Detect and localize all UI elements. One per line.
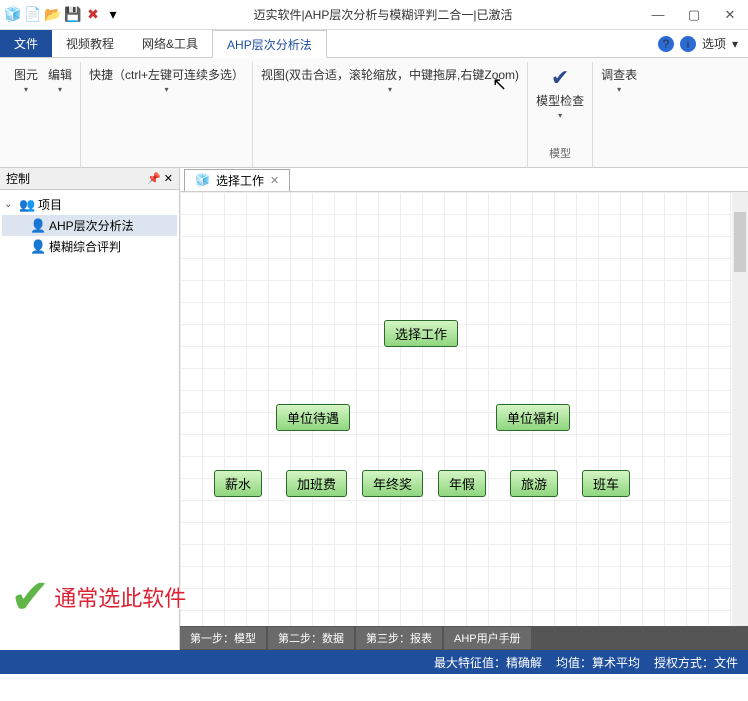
help-icon[interactable]: ? bbox=[658, 36, 674, 52]
status-mean: 均值：算术平均 bbox=[556, 654, 640, 671]
tree-ahp[interactable]: 👤 AHP层次分析法 bbox=[2, 215, 177, 236]
app-icon: 🧊 bbox=[4, 6, 22, 24]
node-l3e[interactable]: 旅游 bbox=[510, 470, 558, 497]
qat-save-icon[interactable]: 💾 bbox=[64, 6, 82, 24]
node-l3b[interactable]: 加班费 bbox=[286, 470, 347, 497]
project-icon: 👥 bbox=[19, 197, 35, 213]
side-panel-title: 控制 bbox=[6, 170, 30, 187]
ribbon-model-check[interactable]: ✔ 模型检查▾ bbox=[536, 66, 584, 120]
tab-network[interactable]: 网络&工具 bbox=[128, 30, 212, 57]
node-l2b[interactable]: 单位福利 bbox=[496, 404, 570, 431]
status-eigen: 最大特征值：精确解 bbox=[434, 654, 542, 671]
tab-close-icon[interactable]: ✕ bbox=[270, 174, 279, 187]
ribbon-view[interactable]: 视图(双击合适，滚轮缩放，中键拖屏,右键Zoom)▾ bbox=[261, 66, 519, 94]
step-manual[interactable]: AHP用户手册 bbox=[444, 627, 531, 649]
ribbon-edit[interactable]: 编辑▾ bbox=[48, 66, 72, 94]
vertical-scrollbar[interactable] bbox=[732, 192, 748, 610]
tab-video[interactable]: 视频教程 bbox=[52, 30, 128, 57]
options-button[interactable]: 选项 bbox=[702, 35, 726, 52]
tab-ahp[interactable]: AHP层次分析法 bbox=[212, 30, 327, 58]
status-license: 授权方式：文件 bbox=[654, 654, 738, 671]
qat-dropdown-icon[interactable]: ▾ bbox=[104, 6, 122, 24]
ribbon-survey[interactable]: 调查表▾ bbox=[601, 66, 637, 94]
close-button[interactable]: ✕ bbox=[716, 5, 744, 25]
document-tab[interactable]: 🧊 选择工作 ✕ bbox=[184, 169, 290, 191]
node-l3a[interactable]: 薪水 bbox=[214, 470, 262, 497]
diagram-canvas[interactable]: 选择工作 单位待遇 单位福利 薪水 加班费 年终奖 年假 旅游 班车 bbox=[180, 192, 748, 650]
tab-file[interactable]: 文件 bbox=[0, 30, 52, 57]
maximize-button[interactable]: ▢ bbox=[680, 5, 708, 25]
qat-open-icon[interactable]: 📂 bbox=[44, 6, 62, 24]
ribbon-group-model-label: 模型 bbox=[536, 145, 584, 163]
step-1[interactable]: 第一步：模型 bbox=[180, 627, 266, 649]
check-icon: ✔ bbox=[551, 65, 569, 91]
window-title: 迈实软件|AHP层次分析与模糊评判二合一|已激活 bbox=[122, 6, 644, 23]
node-l3c[interactable]: 年终奖 bbox=[362, 470, 423, 497]
ribbon-shortcut[interactable]: 快捷（ctrl+左键可连续多选）▾ bbox=[89, 66, 244, 94]
options-dropdown-icon[interactable]: ▾ bbox=[732, 37, 738, 51]
qat-new-icon[interactable]: 📄 bbox=[24, 6, 42, 24]
qat-tools-icon[interactable]: ✖ bbox=[84, 6, 102, 24]
step-2[interactable]: 第二步：数据 bbox=[268, 627, 354, 649]
node-l3f[interactable]: 班车 bbox=[582, 470, 630, 497]
tree-fuzzy[interactable]: 👤 模糊综合评判 bbox=[2, 236, 177, 257]
info-icon[interactable]: i bbox=[680, 36, 696, 52]
minimize-button[interactable]: — bbox=[644, 5, 672, 25]
expand-icon[interactable]: ⌄ bbox=[4, 199, 16, 210]
cube-icon: 🧊 bbox=[195, 173, 210, 187]
node-l3d[interactable]: 年假 bbox=[438, 470, 486, 497]
ribbon-elements[interactable]: 图元▾ bbox=[14, 66, 38, 94]
person-icon: 👤 bbox=[30, 239, 46, 255]
side-panel-pin-icon[interactable]: 📌 ✕ bbox=[147, 172, 173, 185]
tree-root[interactable]: ⌄ 👥 项目 bbox=[2, 194, 177, 215]
node-root[interactable]: 选择工作 bbox=[384, 320, 458, 347]
node-l2a[interactable]: 单位待遇 bbox=[276, 404, 350, 431]
person-icon: 👤 bbox=[30, 218, 46, 234]
step-3[interactable]: 第三步：报表 bbox=[356, 627, 442, 649]
